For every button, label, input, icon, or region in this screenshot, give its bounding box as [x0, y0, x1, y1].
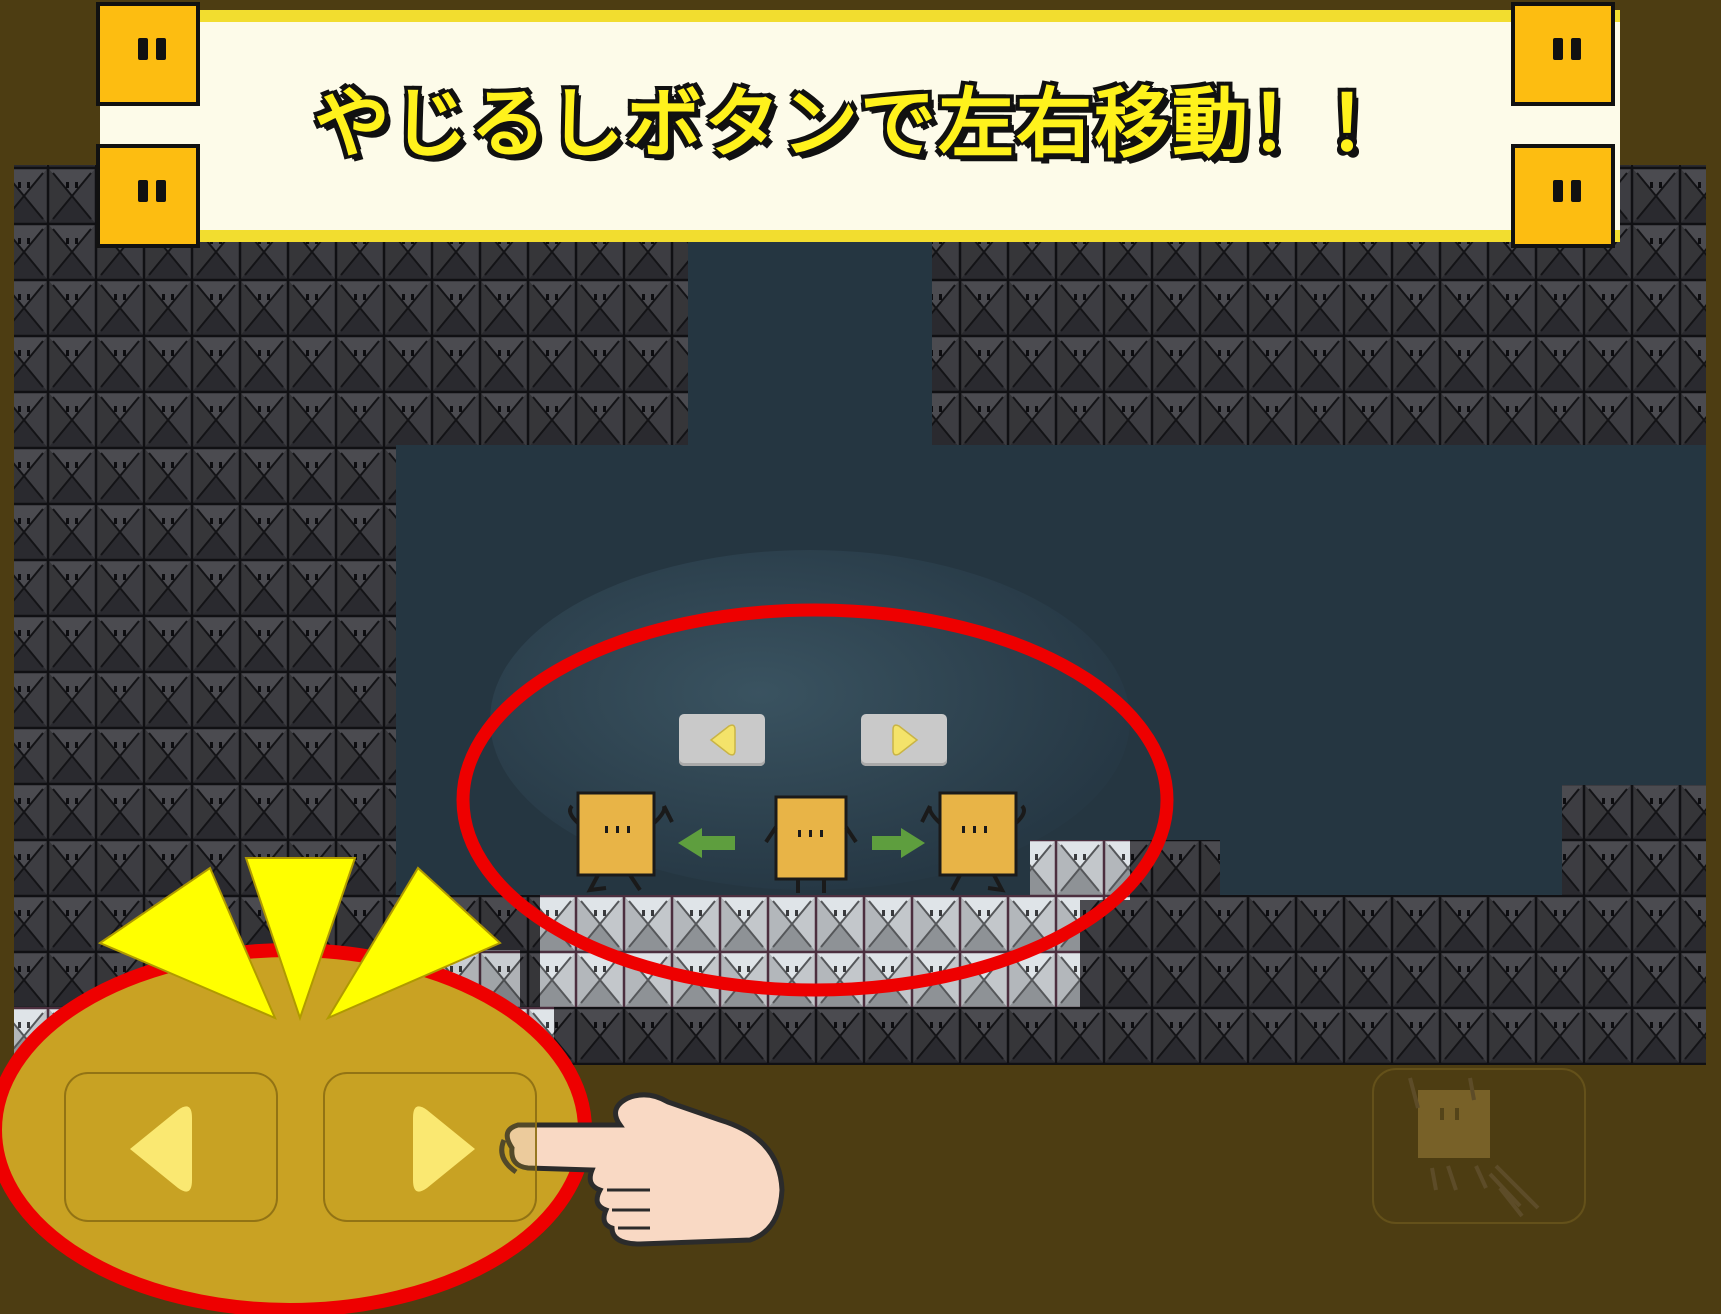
triangle-left-icon — [709, 724, 736, 756]
character-standing — [764, 795, 858, 893]
title-banner: やじるしボタンで左右移動！！ — [100, 10, 1620, 242]
triangle-left-icon — [130, 1106, 192, 1192]
triangle-right-icon — [892, 724, 919, 756]
square-face-icon — [1511, 2, 1615, 106]
demo-left-button — [679, 714, 765, 766]
square-face-icon — [96, 144, 200, 248]
banner-title: やじるしボタンで左右移動！！ — [314, 79, 1406, 168]
game-screen: やじるしボタンで左右移動！！ — [0, 0, 1721, 1314]
move-left-button[interactable] — [64, 1072, 278, 1222]
demo-right-button — [861, 714, 947, 766]
triangle-right-icon — [413, 1106, 475, 1192]
square-face-icon — [1511, 144, 1615, 248]
jump-button[interactable] — [1372, 1068, 1586, 1224]
square-face-icon — [96, 2, 200, 106]
right-pillar — [1562, 785, 1706, 905]
move-right-button[interactable] — [323, 1072, 537, 1222]
